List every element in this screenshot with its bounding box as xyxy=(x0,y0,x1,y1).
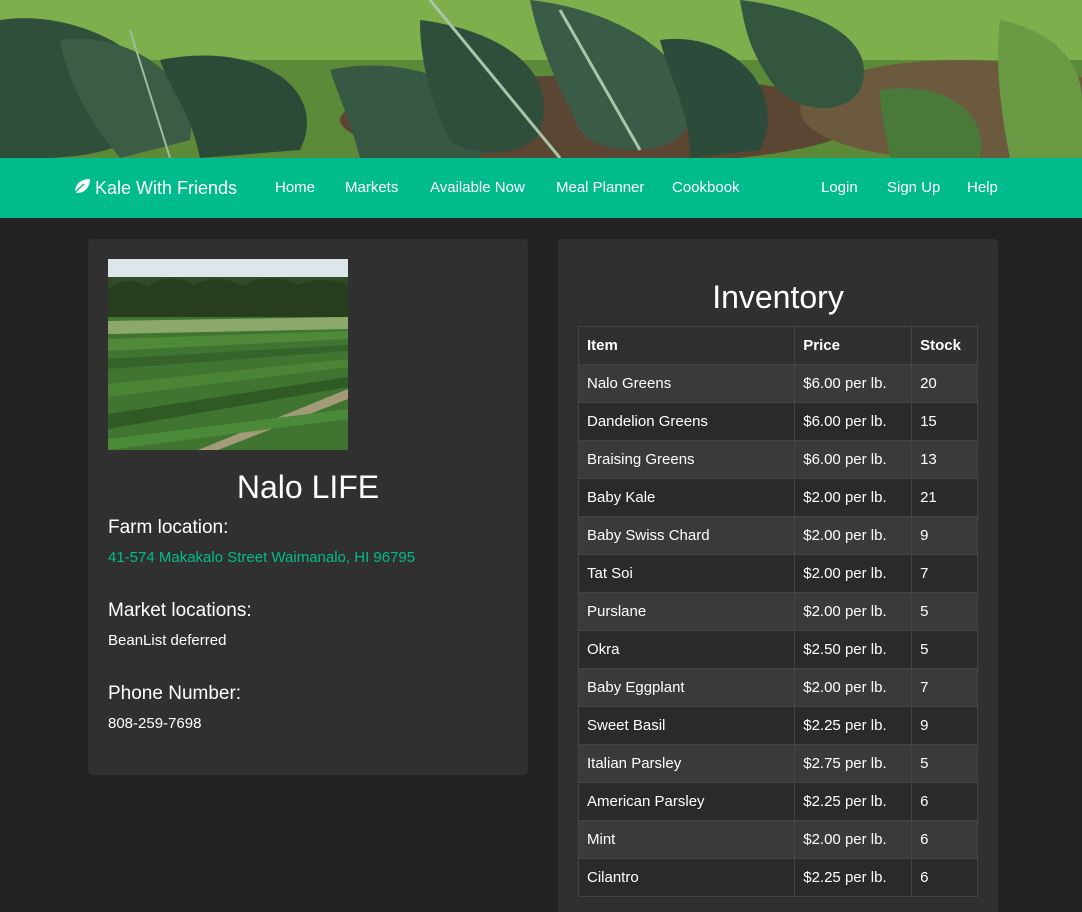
cell-price: $2.50 per lb. xyxy=(794,630,913,669)
table-row: Italian Parsley $2.75 per lb. 5 xyxy=(577,744,978,783)
table-row: Braising Greens $6.00 per lb. 13 xyxy=(577,440,978,479)
cell-stock: 6 xyxy=(911,782,978,821)
market-locations-value: BeanList deferred xyxy=(108,632,227,649)
cell-stock: 7 xyxy=(911,668,978,707)
cell-stock: 15 xyxy=(911,402,978,441)
cell-item: Baby Kale xyxy=(577,478,796,517)
cell-price: $2.00 per lb. xyxy=(794,554,913,593)
inventory-table: Item Price Stock Nalo Greens $6.00 per lb… xyxy=(577,326,978,897)
nav-help-link[interactable]: Help xyxy=(967,158,998,218)
column-header-stock: Stock xyxy=(911,326,978,365)
cell-item: Cilantro xyxy=(577,858,796,897)
table-row: Tat Soi $2.00 per lb. 7 xyxy=(577,554,978,593)
leaf-icon xyxy=(73,158,91,218)
cell-item: Baby Swiss Chard xyxy=(577,516,796,555)
phone-heading: Phone Number: xyxy=(108,683,242,704)
cell-stock: 6 xyxy=(911,820,978,859)
cell-price: $2.00 per lb. xyxy=(794,478,913,517)
table-row: Purslane $2.00 per lb. 5 xyxy=(577,592,978,631)
hero-banner-image xyxy=(0,0,1082,158)
cell-item: Italian Parsley xyxy=(577,744,796,783)
navbar: Kale With Friends Home Markets Available… xyxy=(0,158,1082,218)
table-row: Dandelion Greens $6.00 per lb. 15 xyxy=(577,402,978,441)
table-row: American Parsley $2.25 per lb. 6 xyxy=(577,782,978,821)
nav-markets-link[interactable]: Markets xyxy=(345,158,398,218)
cell-item: Braising Greens xyxy=(577,440,796,479)
market-locations-heading: Market locations: xyxy=(108,600,252,621)
inventory-title: Inventory xyxy=(712,279,844,315)
cell-price: $2.25 per lb. xyxy=(794,782,913,821)
column-header-price: Price xyxy=(794,326,913,365)
brand-link[interactable]: Kale With Friends xyxy=(73,158,237,218)
column-header-item: Item xyxy=(577,326,796,365)
table-row: Cilantro $2.25 per lb. 6 xyxy=(577,858,978,897)
cell-item: Sweet Basil xyxy=(577,706,796,745)
brand-label: Kale With Friends xyxy=(95,178,238,198)
farm-name: Nalo LIFE xyxy=(236,469,380,505)
nav-cookbook-link[interactable]: Cookbook xyxy=(672,158,740,218)
nav-login-link[interactable]: Login xyxy=(821,158,858,218)
cell-price: $6.00 per lb. xyxy=(794,364,913,403)
cell-price: $2.75 per lb. xyxy=(794,744,913,783)
cell-item: American Parsley xyxy=(577,782,796,821)
cell-stock: 20 xyxy=(911,364,978,403)
inventory-card: Inventory Item Price Stock Nalo Greens $6… xyxy=(558,239,998,912)
cell-stock: 5 xyxy=(911,592,978,631)
farm-address-link[interactable]: 41-574 Makakalo Street Waimanalo, HI 967… xyxy=(108,549,415,566)
farm-photo xyxy=(108,259,348,450)
cell-item: Nalo Greens xyxy=(577,364,796,403)
phone-value: 808-259-7698 xyxy=(108,715,202,732)
nav-signup-link[interactable]: Sign Up xyxy=(887,158,940,218)
farm-profile-card: Nalo LIFE Farm location: 41-574 Makakalo… xyxy=(88,239,528,775)
cell-price: $2.00 per lb. xyxy=(794,820,913,859)
table-row: Mint $2.00 per lb. 6 xyxy=(577,820,978,859)
farm-location-heading: Farm location: xyxy=(108,517,229,538)
table-row: Sweet Basil $2.25 per lb. 9 xyxy=(577,706,978,745)
table-row: Baby Swiss Chard $2.00 per lb. 9 xyxy=(577,516,978,555)
cell-item: Tat Soi xyxy=(577,554,796,593)
cell-price: $6.00 per lb. xyxy=(794,402,913,441)
cell-stock: 5 xyxy=(911,744,978,783)
cell-price: $2.00 per lb. xyxy=(794,592,913,631)
table-row: Nalo Greens $6.00 per lb. 20 xyxy=(577,364,978,403)
cell-stock: 9 xyxy=(911,516,978,555)
cell-item: Dandelion Greens xyxy=(577,402,796,441)
table-header-row: Item Price Stock xyxy=(577,326,978,365)
cell-stock: 6 xyxy=(911,858,978,897)
table-row: Baby Eggplant $2.00 per lb. 7 xyxy=(577,668,978,707)
cell-item: Baby Eggplant xyxy=(577,668,796,707)
cell-price: $2.00 per lb. xyxy=(794,668,913,707)
cell-stock: 7 xyxy=(911,554,978,593)
table-row: Okra $2.50 per lb. 5 xyxy=(577,630,978,669)
nav-available-now-link[interactable]: Available Now xyxy=(430,158,525,218)
cell-item: Purslane xyxy=(577,592,796,631)
nav-meal-planner-link[interactable]: Meal Planner xyxy=(556,158,644,218)
cell-stock: 21 xyxy=(911,478,978,517)
cell-stock: 13 xyxy=(911,440,978,479)
cell-stock: 9 xyxy=(911,706,978,745)
cell-price: $2.25 per lb. xyxy=(794,706,913,745)
cell-price: $2.25 per lb. xyxy=(794,858,913,897)
table-row: Baby Kale $2.00 per lb. 21 xyxy=(577,478,978,517)
cell-item: Mint xyxy=(577,820,796,859)
cell-price: $2.00 per lb. xyxy=(794,516,913,555)
nav-home-link[interactable]: Home xyxy=(275,158,315,218)
cell-stock: 5 xyxy=(911,630,978,669)
cell-price: $6.00 per lb. xyxy=(794,440,913,479)
cell-item: Okra xyxy=(577,630,796,669)
